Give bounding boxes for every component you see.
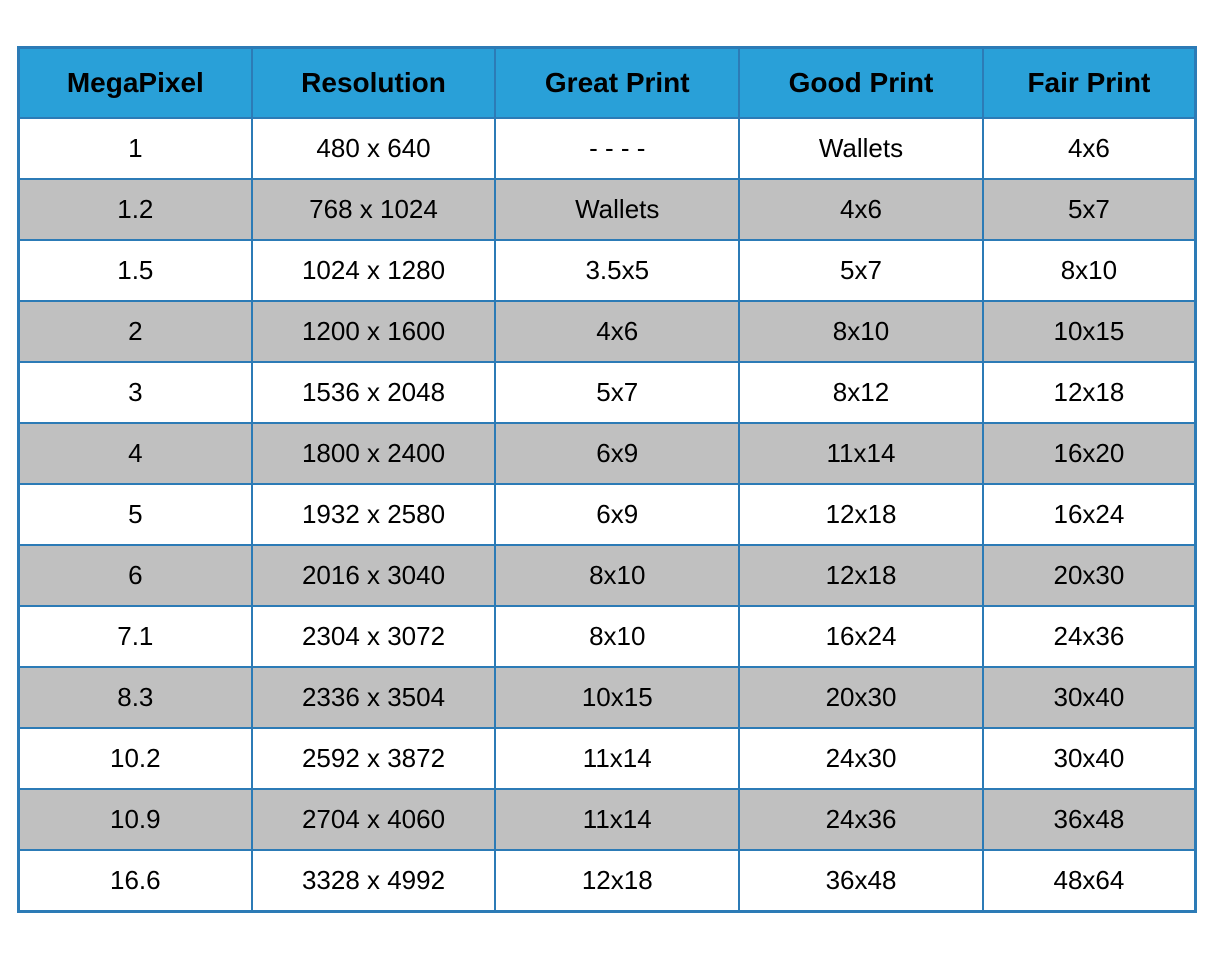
table-row: 31536 x 20485x78x1212x18 [19, 362, 1196, 423]
cell-fair-print: 10x15 [983, 301, 1196, 362]
cell-good-print: 24x36 [739, 789, 983, 850]
table-row: 1.51024 x 12803.5x55x78x10 [19, 240, 1196, 301]
table-row: 16.63328 x 499212x1836x4848x64 [19, 850, 1196, 912]
cell-great-print: 5x7 [495, 362, 739, 423]
cell-resolution: 1932 x 2580 [252, 484, 496, 545]
cell-megapixel: 4 [19, 423, 252, 484]
cell-resolution: 1200 x 1600 [252, 301, 496, 362]
cell-megapixel: 1.2 [19, 179, 252, 240]
cell-great-print: 12x18 [495, 850, 739, 912]
cell-resolution: 2704 x 4060 [252, 789, 496, 850]
cell-good-print: 8x10 [739, 301, 983, 362]
cell-resolution: 1024 x 1280 [252, 240, 496, 301]
cell-megapixel: 10.2 [19, 728, 252, 789]
cell-great-print: 11x14 [495, 728, 739, 789]
table-row: 10.92704 x 406011x1424x3636x48 [19, 789, 1196, 850]
cell-good-print: 20x30 [739, 667, 983, 728]
cell-megapixel: 6 [19, 545, 252, 606]
cell-fair-print: 30x40 [983, 667, 1196, 728]
cell-resolution: 2592 x 3872 [252, 728, 496, 789]
table-row: 10.22592 x 387211x1424x3030x40 [19, 728, 1196, 789]
cell-megapixel: 1 [19, 118, 252, 179]
cell-great-print: 8x10 [495, 545, 739, 606]
cell-fair-print: 36x48 [983, 789, 1196, 850]
cell-resolution: 1800 x 2400 [252, 423, 496, 484]
cell-resolution: 2304 x 3072 [252, 606, 496, 667]
table-row: 1480 x 640- - - -Wallets4x6 [19, 118, 1196, 179]
table-row: 62016 x 30408x1012x1820x30 [19, 545, 1196, 606]
cell-resolution: 1536 x 2048 [252, 362, 496, 423]
cell-good-print: 12x18 [739, 545, 983, 606]
cell-fair-print: 24x36 [983, 606, 1196, 667]
cell-resolution: 2336 x 3504 [252, 667, 496, 728]
cell-fair-print: 30x40 [983, 728, 1196, 789]
cell-great-print: - - - - [495, 118, 739, 179]
cell-fair-print: 8x10 [983, 240, 1196, 301]
cell-fair-print: 48x64 [983, 850, 1196, 912]
cell-fair-print: 20x30 [983, 545, 1196, 606]
cell-great-print: 3.5x5 [495, 240, 739, 301]
cell-resolution: 768 x 1024 [252, 179, 496, 240]
header-fair-print: Fair Print [983, 47, 1196, 118]
cell-great-print: 11x14 [495, 789, 739, 850]
table-row: 1.2768 x 1024Wallets4x65x7 [19, 179, 1196, 240]
cell-good-print: Wallets [739, 118, 983, 179]
megapixel-table: MegaPixel Resolution Great Print Good Pr… [17, 46, 1197, 913]
cell-fair-print: 5x7 [983, 179, 1196, 240]
cell-good-print: 5x7 [739, 240, 983, 301]
cell-great-print: 6x9 [495, 423, 739, 484]
cell-megapixel: 5 [19, 484, 252, 545]
cell-good-print: 4x6 [739, 179, 983, 240]
table-row: 7.12304 x 30728x1016x2424x36 [19, 606, 1196, 667]
cell-megapixel: 10.9 [19, 789, 252, 850]
cell-resolution: 2016 x 3040 [252, 545, 496, 606]
cell-great-print: 6x9 [495, 484, 739, 545]
cell-megapixel: 16.6 [19, 850, 252, 912]
cell-great-print: 10x15 [495, 667, 739, 728]
cell-megapixel: 1.5 [19, 240, 252, 301]
header-great-print: Great Print [495, 47, 739, 118]
cell-good-print: 16x24 [739, 606, 983, 667]
table-row: 51932 x 25806x912x1816x24 [19, 484, 1196, 545]
cell-good-print: 8x12 [739, 362, 983, 423]
cell-fair-print: 4x6 [983, 118, 1196, 179]
cell-resolution: 480 x 640 [252, 118, 496, 179]
cell-good-print: 11x14 [739, 423, 983, 484]
cell-great-print: 4x6 [495, 301, 739, 362]
cell-good-print: 36x48 [739, 850, 983, 912]
cell-great-print: Wallets [495, 179, 739, 240]
cell-fair-print: 16x24 [983, 484, 1196, 545]
table-row: 41800 x 24006x911x1416x20 [19, 423, 1196, 484]
cell-fair-print: 12x18 [983, 362, 1196, 423]
main-container: MegaPixel Resolution Great Print Good Pr… [17, 46, 1197, 913]
cell-good-print: 12x18 [739, 484, 983, 545]
cell-megapixel: 7.1 [19, 606, 252, 667]
table-row: 21200 x 16004x68x1010x15 [19, 301, 1196, 362]
header-resolution: Resolution [252, 47, 496, 118]
header-good-print: Good Print [739, 47, 983, 118]
cell-megapixel: 2 [19, 301, 252, 362]
header-megapixel: MegaPixel [19, 47, 252, 118]
cell-megapixel: 8.3 [19, 667, 252, 728]
cell-megapixel: 3 [19, 362, 252, 423]
cell-fair-print: 16x20 [983, 423, 1196, 484]
cell-resolution: 3328 x 4992 [252, 850, 496, 912]
cell-great-print: 8x10 [495, 606, 739, 667]
table-row: 8.32336 x 350410x1520x3030x40 [19, 667, 1196, 728]
header-row: MegaPixel Resolution Great Print Good Pr… [19, 47, 1196, 118]
cell-good-print: 24x30 [739, 728, 983, 789]
